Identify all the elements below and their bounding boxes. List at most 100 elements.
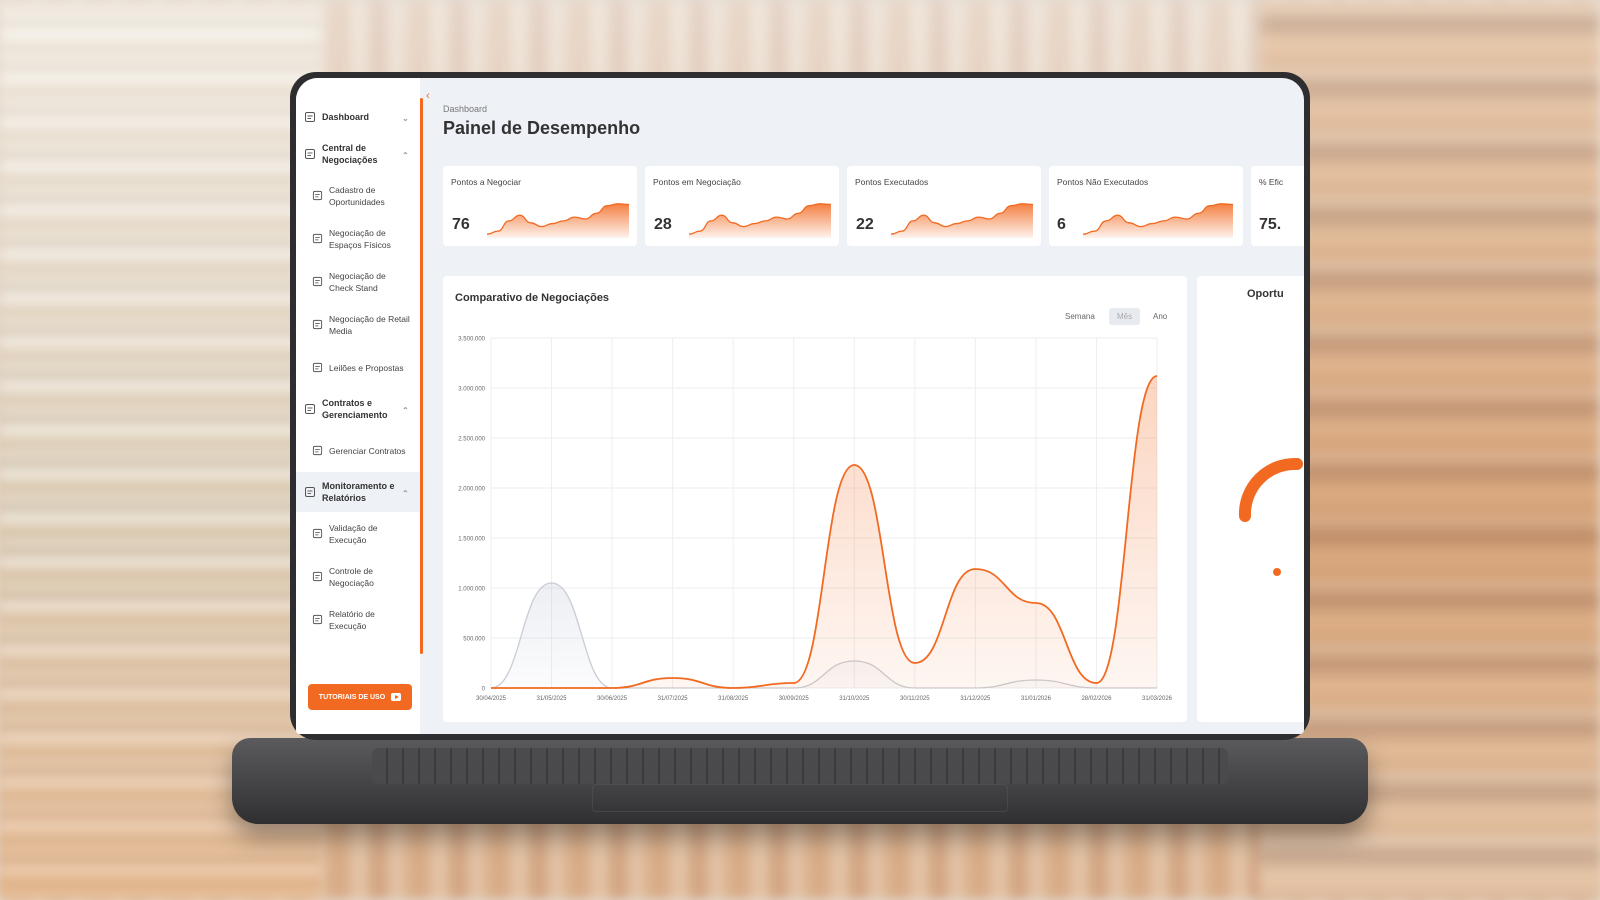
kpi-label: Pontos a Negociar: [451, 177, 521, 187]
document-gear-icon: [312, 445, 323, 456]
kpi-sparkline: [487, 203, 629, 238]
chevron-up-icon: ⌃: [402, 489, 409, 498]
kpi-sparkline: [891, 203, 1033, 238]
y-tick-label: 2.000.000: [458, 487, 485, 493]
x-tick-label: 31/01/2026: [1021, 696, 1052, 702]
sidebar-item-label: Negociação de Retail Media: [329, 313, 410, 336]
plus-circle-icon: [312, 190, 323, 201]
kpi-value: 22: [856, 216, 874, 233]
sidebar-item-label: Leilões e Propostas: [329, 362, 404, 373]
x-tick-label: 31/03/2026: [1142, 696, 1173, 702]
sidebar-item-label: Gerenciar Contratos: [329, 445, 406, 456]
kpi-card-pontos-executados: Pontos Executados 22: [847, 166, 1041, 246]
kpi-label: Pontos em Negociação: [653, 177, 741, 187]
sidebar-item-negociacao-de-check-stand[interactable]: Negociação de Check Stand: [296, 260, 420, 303]
sidebar-group-label: Central de Negociações: [322, 143, 378, 165]
kpi-label: Pontos Executados: [855, 177, 929, 187]
tutorial-button-label: TUTORIAIS DE USO: [318, 693, 386, 701]
sidebar-group-central-de-negociacoes[interactable]: Central de Negociações ⌃: [296, 134, 420, 174]
x-tick-label: 30/04/2025: [476, 696, 507, 702]
series-area-2: [491, 376, 1157, 688]
contract-icon: [305, 404, 315, 414]
sidebar-item-label: Validação de Execução: [329, 522, 378, 545]
y-tick-label: 3.500.000: [458, 337, 485, 343]
report-doc-icon: [312, 614, 323, 625]
sidebar-scrollbar[interactable]: [420, 98, 423, 654]
sidebar: Dashboard ⌄ Central de Negociações ⌃ Cad…: [296, 78, 420, 734]
y-tick-label: 500.000: [463, 637, 485, 643]
collapse-sidebar-icon[interactable]: ‹: [426, 90, 430, 102]
sidebar-group-label: Monitoramento e Relatórios: [322, 481, 395, 503]
x-tick-label: 28/02/2026: [1081, 696, 1112, 702]
x-tick-label: 31/12/2025: [960, 696, 991, 702]
sidebar-item-leiloes-e-propostas[interactable]: Leilões e Propostas: [296, 346, 420, 389]
laptop-trackpad: [592, 784, 1008, 812]
x-tick-label: 30/11/2025: [900, 696, 930, 702]
sidebar-item-gerenciar-contratos[interactable]: Gerenciar Contratos: [296, 429, 420, 472]
kpi-value: 28: [654, 216, 672, 233]
chevron-up-icon: ⌃: [402, 151, 409, 160]
kpi-sparkline: [1083, 203, 1233, 238]
laptop-base: [232, 738, 1368, 824]
gavel-icon: [312, 362, 323, 373]
kpi-value: 76: [452, 216, 470, 233]
sidebar-group-label: Contratos e Gerenciamento: [322, 398, 388, 420]
chevron-down-icon: ⌄: [402, 114, 409, 123]
sidebar-item-cadastro-de-oportunidades[interactable]: Cadastro de Oportunidades: [296, 174, 420, 217]
y-tick-label: 1.000.000: [458, 587, 485, 593]
sidebar-item-relatorio-de-execucao[interactable]: Relatório de Execução: [296, 598, 420, 641]
checkout-icon: [312, 276, 323, 287]
x-tick-label: 30/09/2025: [779, 696, 810, 702]
play-icon: [391, 693, 402, 701]
y-tick-label: 2.500.000: [458, 437, 485, 443]
gauge-arc: [1238, 457, 1303, 522]
handshake-icon: [305, 149, 315, 159]
kpi-card-eficiencia: % Efic 75.: [1251, 166, 1304, 246]
report-icon: [305, 487, 315, 497]
sidebar-group-dashboard[interactable]: Dashboard ⌄: [296, 100, 420, 134]
y-tick-label: 1.500.000: [458, 537, 485, 543]
breadcrumb[interactable]: Dashboard: [443, 104, 487, 114]
x-tick-label: 31/08/2025: [718, 696, 749, 702]
laptop-screen-bezel: Dashboard ⌄ Central de Negociações ⌃ Cad…: [290, 72, 1310, 740]
opportunities-card-title: Oportu: [1247, 288, 1284, 300]
sidebar-item-label: Relatório de Execução: [329, 608, 375, 631]
x-tick-label: 31/10/2025: [839, 696, 870, 702]
kpi-sparkline: [689, 203, 831, 238]
sidebar-item-label: Negociação de Espaços Físicos: [329, 227, 391, 250]
y-tick-label: 3.000.000: [458, 387, 485, 393]
opportunities-card: Oportu: [1197, 276, 1304, 722]
app-screen: Dashboard ⌄ Central de Negociações ⌃ Cad…: [296, 78, 1304, 734]
sidebar-item-validacao-de-execucao[interactable]: Validação de Execução: [296, 512, 420, 555]
sidebar-item-negociacao-de-retail-media[interactable]: Negociação de Retail Media: [296, 303, 420, 346]
sidebar-item-negociacao-de-espacos-fisicos[interactable]: Negociação de Espaços Físicos: [296, 217, 420, 260]
chevron-up-icon: ⌃: [402, 406, 409, 415]
gauge-legend-dot: [1273, 568, 1281, 576]
sidebar-item-label: Controle de Negociação: [329, 565, 374, 588]
x-tick-label: 31/07/2025: [658, 696, 689, 702]
y-tick-label: 0: [482, 687, 486, 693]
sidebar-item-controle-de-negociacao[interactable]: Controle de Negociação: [296, 555, 420, 598]
sidebar-item-label: Negociação de Check Stand: [329, 270, 386, 293]
kpi-label: % Efic: [1259, 177, 1284, 187]
kpi-card-pontos-nao-executados: Pontos Não Executados 6: [1049, 166, 1243, 246]
shelf-icon: [312, 233, 323, 244]
sidebar-group-contratos-e-gerenciamento[interactable]: Contratos e Gerenciamento ⌃: [296, 389, 420, 429]
page-title: Painel de Desempenho: [443, 118, 641, 138]
sidebar-item-label: Cadastro de Oportunidades: [329, 184, 385, 207]
kpi-label: Pontos Não Executados: [1057, 177, 1149, 187]
tutorial-button[interactable]: TUTORIAIS DE USO: [308, 684, 412, 710]
chart-card: Comparativo de Negociações Semana Mês An…: [443, 276, 1187, 722]
gauge-chart: [1238, 457, 1303, 576]
kpi-card-pontos-em-negociacao: Pontos em Negociação 28: [645, 166, 839, 246]
x-tick-label: 30/06/2025: [597, 696, 628, 702]
negotiations-line-chart: 0 500.000 1.000.000 1.500.000 2.000.000 2.500…: [458, 337, 1173, 703]
kpi-card-pontos-a-negociar: Pontos a Negociar 76: [443, 166, 637, 246]
grid-icon: [305, 112, 315, 122]
laptop-keyboard: [372, 748, 1228, 784]
monitor-icon: [312, 319, 323, 330]
x-tick-label: 31/05/2025: [537, 696, 568, 702]
sidebar-group-monitoramento-e-relatorios[interactable]: Monitoramento e Relatórios ⌃: [296, 472, 420, 512]
control-icon: [312, 571, 323, 582]
check-document-icon: [312, 528, 323, 539]
